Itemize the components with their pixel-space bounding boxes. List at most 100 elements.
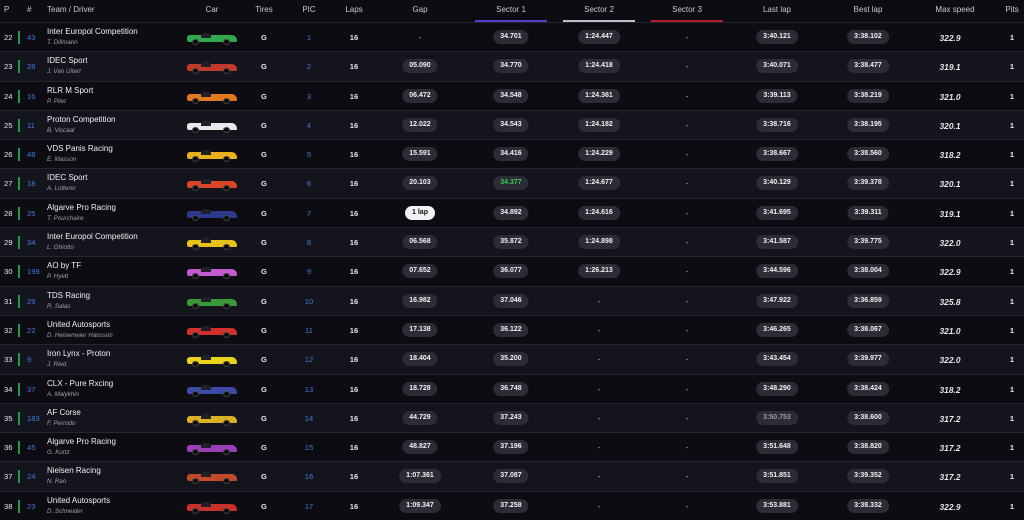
timing-table: P # Team / Driver Car Tires PIC Laps Gap…	[0, 0, 1024, 520]
header-best-lap[interactable]: Best lap	[854, 5, 883, 14]
team-name[interactable]: CLX - Pure Rxcing	[47, 379, 113, 388]
driver-name[interactable]: D. Heinemeier Hansson	[47, 332, 113, 339]
table-row[interactable]: 31 29 TDS Racing R. Salas G 10 16 16.982…	[0, 285, 1024, 315]
car-number[interactable]: 183	[27, 414, 40, 423]
team-name[interactable]: Nielsen Racing	[47, 466, 101, 475]
position-in-class: 11	[305, 325, 313, 335]
table-row[interactable]: 30 199 AO by TF P. Hyett G 9 16 07.652 3…	[0, 256, 1024, 285]
team-name[interactable]: TDS Racing	[47, 291, 90, 300]
driver-name[interactable]: P. Pilet	[47, 98, 66, 105]
header-max-speed[interactable]: Max speed	[935, 5, 974, 14]
driver-name[interactable]: E. Masson	[47, 156, 76, 163]
team-name[interactable]: IDEC Sport	[47, 56, 87, 65]
header-sector-1[interactable]: Sector 1	[496, 5, 526, 14]
table-row[interactable]: 29 34 Inter Europol Competition L. Ghiot…	[0, 227, 1024, 257]
car-number[interactable]: 24	[27, 472, 35, 481]
max-speed: 318.2	[939, 384, 961, 395]
position-in-class: 3	[306, 91, 312, 101]
status-bar	[18, 118, 20, 132]
team-name[interactable]: Algarve Pro Racing	[47, 203, 116, 212]
driver-name[interactable]: B. Viscaal	[47, 127, 74, 134]
team-name[interactable]: Inter Europol Competition	[47, 27, 138, 36]
car-icon	[187, 33, 237, 45]
header-car-number[interactable]: #	[27, 5, 31, 14]
car-number[interactable]: 18	[27, 179, 35, 188]
header-pic[interactable]: PIC	[302, 5, 315, 14]
driver-name[interactable]: G. Kurtz	[47, 449, 70, 456]
table-row[interactable]: 38 23 United Autosports D. Schneider G 1…	[0, 490, 1024, 520]
status-bar	[18, 441, 20, 455]
header-car[interactable]: Car	[206, 5, 219, 14]
team-name[interactable]: AO by TF	[47, 261, 81, 270]
header-pits[interactable]: Pits	[1005, 5, 1018, 14]
header-team-driver[interactable]: Team / Driver	[47, 5, 95, 14]
driver-name[interactable]: T. Dillmann	[47, 39, 78, 46]
driver-name[interactable]: A. Malykhin	[47, 391, 79, 398]
car-number[interactable]: 22	[27, 326, 35, 335]
team-name[interactable]: VDS Panis Racing	[47, 144, 113, 153]
driver-name[interactable]: P. Hyett	[47, 273, 68, 280]
table-row[interactable]: 33 9 Iron Lynx - Proton J. Ried G 12 16 …	[0, 344, 1024, 374]
table-row[interactable]: 34 37 CLX - Pure Rxcing A. Malykhin G 13…	[0, 373, 1024, 403]
car-number[interactable]: 45	[27, 443, 35, 452]
table-row[interactable]: 23 28 IDEC Sport J. Van Uitert G 2 16 05…	[0, 51, 1024, 81]
table-row[interactable]: 32 22 United Autosports D. Heinemeier Ha…	[0, 314, 1024, 344]
car-number[interactable]: 9	[27, 355, 31, 364]
status-bar	[18, 206, 20, 220]
table-row[interactable]: 35 183 AF Corse F. Perrodo G 14 16 44.72…	[0, 402, 1024, 433]
car-number[interactable]: 16	[27, 92, 35, 101]
team-name[interactable]: Proton Competition	[47, 115, 115, 124]
table-row[interactable]: 28 25 Algarve Pro Racing T. Pourchaire G…	[0, 197, 1024, 227]
table-row[interactable]: 36 45 Algarve Pro Racing G. Kurtz G 15 1…	[0, 432, 1024, 461]
car-number[interactable]: 11	[27, 121, 35, 130]
car-number[interactable]: 43	[27, 33, 35, 42]
car-cockpit	[201, 472, 211, 478]
car-number[interactable]: 29	[27, 297, 35, 306]
driver-name[interactable]: D. Schneider	[47, 508, 83, 515]
header-sector-2[interactable]: Sector 2	[584, 5, 614, 14]
team-name[interactable]: IDEC Sport	[47, 173, 87, 182]
header-tires[interactable]: Tires	[255, 5, 272, 14]
team-name[interactable]: Iron Lynx - Proton	[47, 349, 110, 358]
table-row[interactable]: 25 11 Proton Competition B. Viscaal G 4 …	[0, 109, 1024, 140]
car-number[interactable]: 23	[27, 502, 35, 511]
car-icon	[187, 179, 237, 192]
table-row[interactable]: 37 24 Nielsen Racing N. Rao G 16 16 1:07…	[0, 461, 1024, 491]
team-name[interactable]: Inter Europol Competition	[47, 232, 138, 241]
driver-name[interactable]: A. Lotterer	[47, 185, 76, 192]
car-cockpit	[201, 267, 211, 273]
tires: G	[261, 238, 267, 248]
driver-name[interactable]: J. Ried	[47, 361, 66, 368]
driver-name[interactable]: T. Pourchaire	[47, 215, 84, 222]
car-front-wheel	[192, 302, 199, 309]
driver-name[interactable]: R. Salas	[47, 303, 70, 310]
table-row[interactable]: 26 48 VDS Panis Racing E. Masson G 5 16 …	[0, 139, 1024, 168]
car-number[interactable]: 37	[27, 385, 35, 394]
header-last-lap[interactable]: Last lap	[763, 5, 791, 14]
header-gap[interactable]: Gap	[412, 5, 427, 14]
car-number[interactable]: 34	[27, 238, 35, 247]
sector-2-time: -	[597, 296, 601, 306]
header-laps[interactable]: Laps	[345, 5, 362, 14]
team-name[interactable]: AF Corse	[47, 408, 81, 417]
table-row[interactable]: 27 18 IDEC Sport A. Lotterer G 6 16 20.1…	[0, 168, 1024, 198]
driver-name[interactable]: J. Van Uitert	[47, 68, 81, 75]
driver-name[interactable]: N. Rao	[47, 478, 66, 485]
driver-name[interactable]: F. Perrodo	[47, 420, 75, 427]
team-name[interactable]: United Autosports	[47, 320, 110, 329]
car-number[interactable]: 199	[27, 267, 40, 276]
car-number[interactable]: 48	[27, 150, 35, 159]
table-row[interactable]: 24 16 RLR M Sport P. Pilet G 3 16 06.472…	[0, 80, 1024, 110]
header-position[interactable]: P	[4, 5, 9, 14]
pit-stops: 1	[1009, 208, 1015, 218]
team-name[interactable]: RLR M Sport	[47, 86, 93, 95]
car-number[interactable]: 25	[27, 209, 35, 218]
car-number[interactable]: 28	[27, 62, 35, 71]
team-name[interactable]: Algarve Pro Racing	[47, 437, 116, 446]
max-speed: 322.0	[939, 238, 961, 249]
team-name[interactable]: United Autosports	[47, 496, 110, 505]
header-sector-3[interactable]: Sector 3	[672, 5, 702, 14]
table-row[interactable]: 22 43 Inter Europol Competition T. Dillm…	[0, 22, 1024, 51]
status-bar	[18, 60, 20, 74]
driver-name[interactable]: L. Ghiotto	[47, 244, 74, 251]
